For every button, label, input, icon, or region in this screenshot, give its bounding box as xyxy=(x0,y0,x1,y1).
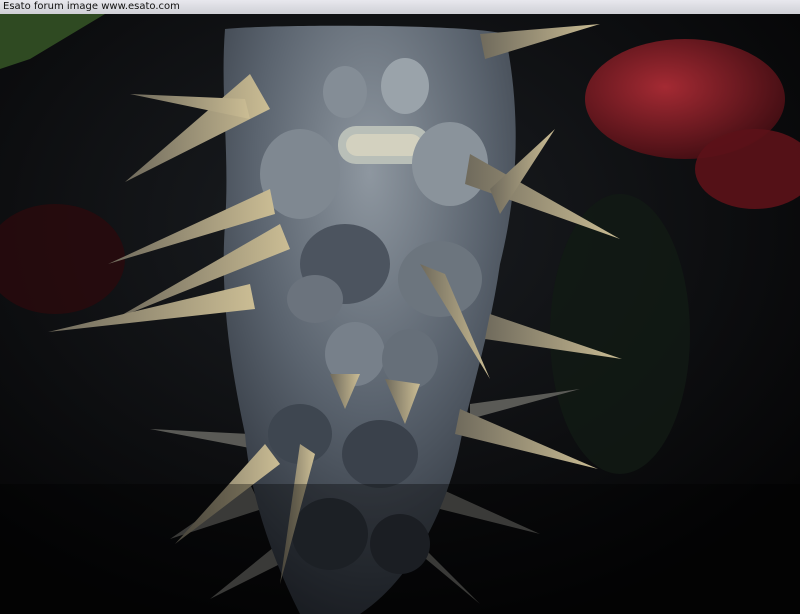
watermark-bar: Esato forum image www.esato.com xyxy=(0,0,800,14)
photo-frame: Esato forum image www.esato.com xyxy=(0,0,800,614)
plant-photo xyxy=(0,14,800,614)
bottom-shadow xyxy=(0,484,800,614)
watermark-text: Esato forum image www.esato.com xyxy=(3,1,180,12)
dark-leaf-right xyxy=(550,194,690,474)
